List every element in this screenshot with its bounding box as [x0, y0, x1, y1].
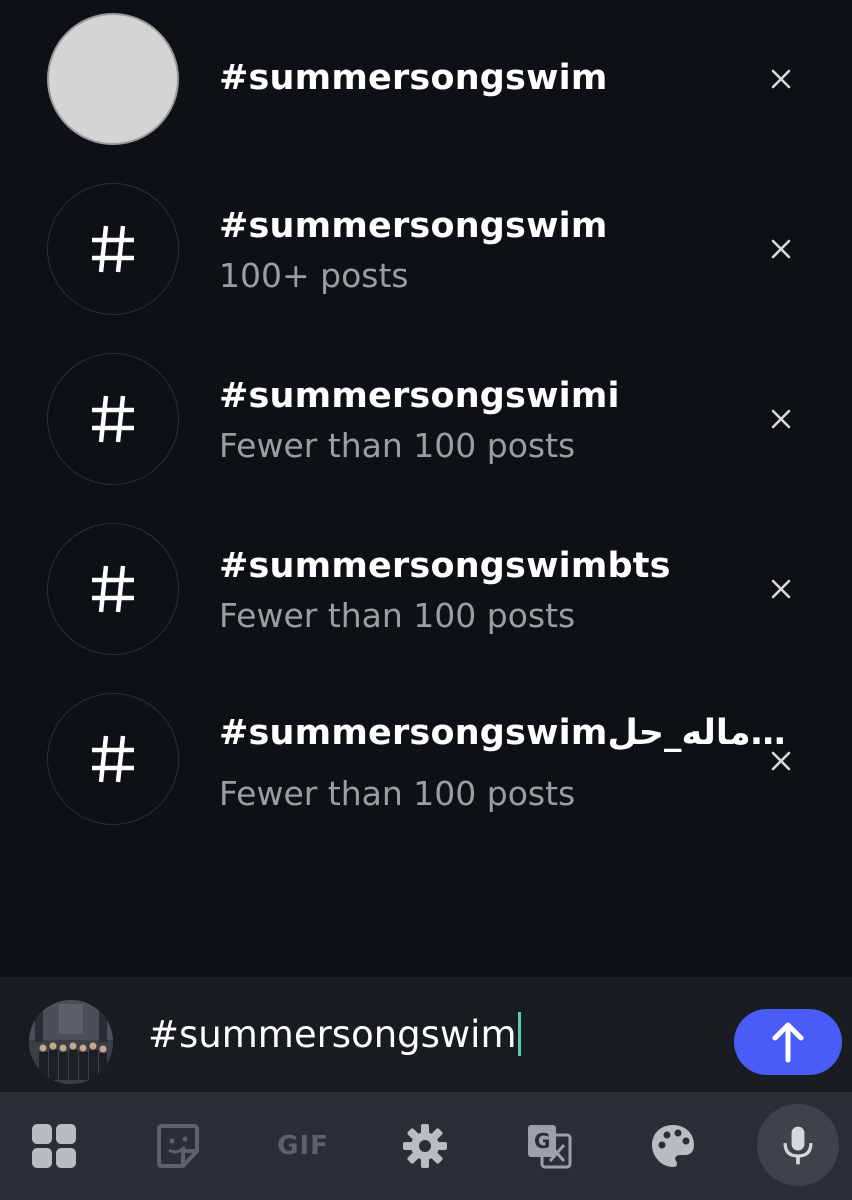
close-icon[interactable] — [766, 404, 796, 434]
hashtag-avatar — [47, 523, 179, 655]
suggestion-row[interactable]: #summersongswimi Fewer than 100 posts — [0, 340, 852, 510]
suggestion-avatar — [47, 13, 179, 145]
hash-icon — [92, 565, 134, 613]
suggestion-title: #summersongswimbts — [219, 546, 671, 586]
keyboard-toolbar: GIF G — [0, 1092, 852, 1200]
hash-icon — [92, 735, 134, 783]
suggestion-row[interactable]: #summersongswimbts Fewer than 100 posts — [0, 510, 852, 680]
suggestion-post-count: Fewer than 100 posts — [219, 426, 576, 465]
suggestion-row[interactable]: #summersongswim 100+ posts — [0, 170, 852, 340]
avatar — [29, 1000, 113, 1084]
suggestion-row[interactable]: #summersongswim — [0, 0, 852, 170]
gear-icon[interactable] — [393, 1114, 457, 1178]
apps-grid-icon[interactable] — [22, 1114, 86, 1178]
suggestion-title: #summersongswim — [219, 58, 608, 98]
arrow-up-icon — [772, 1022, 804, 1063]
reply-input[interactable]: #summersongswim — [148, 1011, 521, 1059]
suggestion-row[interactable]: #summersongswimماله_حل… Fewer than 100 p… — [0, 680, 852, 850]
reply-composer: #summersongswim — [0, 977, 852, 1092]
close-icon[interactable] — [766, 64, 796, 94]
palette-icon[interactable] — [641, 1114, 705, 1178]
suggestion-post-count: Fewer than 100 posts — [219, 774, 576, 813]
gif-button[interactable]: GIF — [268, 1114, 338, 1178]
suggestion-title: #summersongswimi — [219, 376, 620, 416]
suggestion-title: #summersongswim — [219, 206, 608, 246]
close-icon[interactable] — [766, 234, 796, 264]
sticker-icon[interactable] — [146, 1114, 210, 1178]
send-button[interactable] — [734, 1009, 842, 1075]
hash-icon — [92, 395, 134, 443]
gif-label: GIF — [277, 1131, 329, 1161]
suggestion-post-count: 100+ posts — [219, 256, 409, 295]
hashtag-avatar — [47, 353, 179, 485]
suggestion-post-count: Fewer than 100 posts — [219, 596, 576, 635]
svg-text:G: G — [534, 1129, 550, 1153]
translate-icon[interactable]: G — [517, 1114, 581, 1178]
mic-button[interactable] — [757, 1104, 839, 1186]
suggestion-title: #summersongswimماله_حل… — [219, 713, 786, 753]
text-caret — [517, 1011, 521, 1056]
close-icon[interactable] — [766, 574, 796, 604]
close-icon[interactable] — [766, 746, 796, 776]
mic-icon — [783, 1126, 813, 1165]
hashtag-avatar — [47, 693, 179, 825]
reply-input-value: #summersongswim — [148, 1013, 517, 1056]
hash-icon — [92, 225, 134, 273]
hashtag-avatar — [47, 183, 179, 315]
